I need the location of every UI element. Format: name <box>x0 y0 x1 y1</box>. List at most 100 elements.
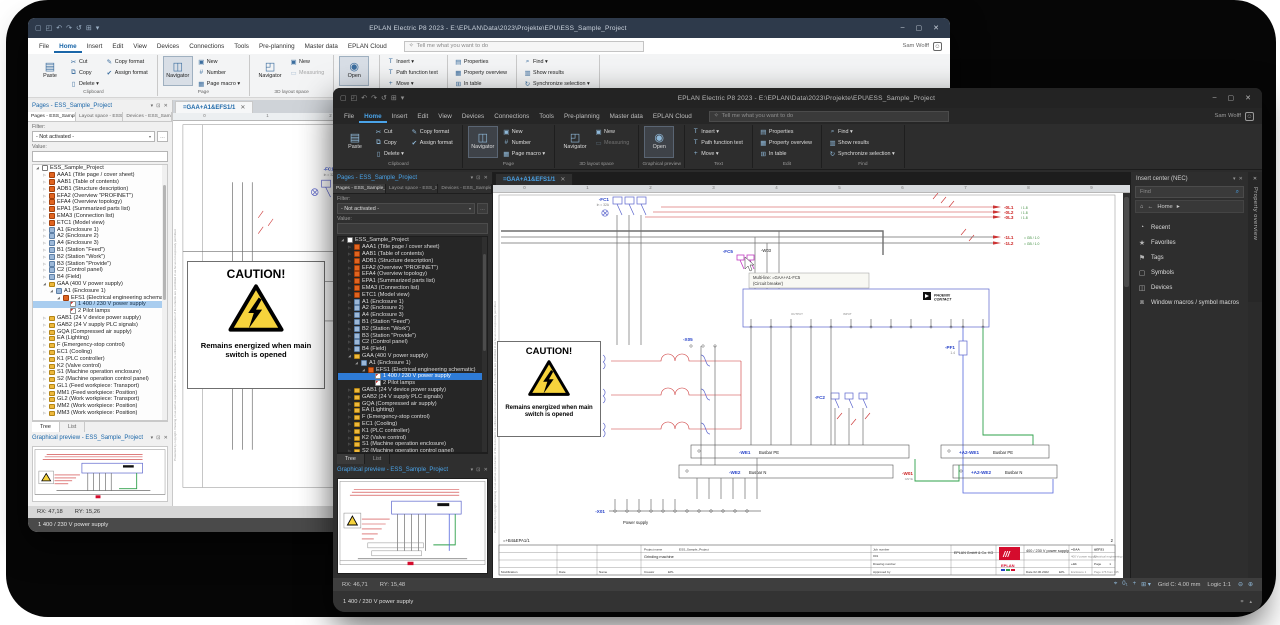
ribbon-tab[interactable]: Pre-planning <box>254 40 300 53</box>
tree-item[interactable]: ▷ GQA (Compressed air supply) <box>338 400 487 407</box>
snap-icon[interactable]: ⌖ <box>1114 581 1117 588</box>
expander-icon[interactable]: ▷ <box>42 397 47 401</box>
expander-icon[interactable]: ▷ <box>347 442 352 446</box>
panel-float-icon[interactable]: ⊡ <box>156 435 160 441</box>
expander-icon[interactable]: ▷ <box>347 449 352 453</box>
panel-menu-icon[interactable]: ▾ <box>471 467 474 473</box>
tree-scrollbar[interactable] <box>482 237 487 452</box>
find-button[interactable]: ⌕Find ▾ <box>827 126 897 137</box>
expander-icon[interactable]: ▷ <box>42 214 47 218</box>
ribbon-tab[interactable]: Tools <box>534 110 559 123</box>
busbar-we1[interactable]: -WE1 Busbar PE <box>691 445 909 458</box>
maximize-button[interactable]: ▢ <box>1228 94 1235 102</box>
tree-item[interactable]: ▷ EC1 (Cooling) <box>338 421 487 428</box>
expander-icon[interactable]: ▷ <box>347 408 352 412</box>
new-button[interactable]: ▣New <box>288 56 326 67</box>
fc1-symbol[interactable]: -FC1 In = 32A <box>597 197 646 216</box>
tree-item[interactable]: ▷ B2 (Station "Work") <box>33 253 167 260</box>
tree-list-tab[interactable]: Tree <box>32 422 60 432</box>
layout-navigator-button[interactable]: ◰Navigator <box>255 56 285 86</box>
busbar-a2-we1[interactable]: +A2-WE1 Busbar PE <box>941 445 1049 458</box>
ta3-transformer[interactable]: -TA3 50 / 5 A <box>586 422 741 437</box>
tree-item[interactable]: ▷ K2 (Valve control) <box>33 362 167 369</box>
graphical-preview-canvas[interactable] <box>32 446 168 502</box>
expander-icon[interactable]: ▷ <box>347 286 352 290</box>
x01-terminal-strip[interactable]: -X01 Power supply <box>595 458 761 525</box>
expander-icon[interactable]: ▷ <box>42 357 47 361</box>
expander-icon[interactable]: ▷ <box>42 350 47 354</box>
tree-item[interactable]: ▷ AAB1 (Table of contents) <box>338 251 487 258</box>
maximize-button[interactable]: ▢ <box>916 24 923 32</box>
ribbon-tab[interactable]: Home <box>359 110 387 123</box>
ta1-transformer[interactable]: -TA1 50 / 5 A <box>586 354 741 369</box>
insert-center-symbols[interactable]: ▢ Symbols <box>1131 265 1248 280</box>
properties-button[interactable]: ▤Properties <box>453 56 509 67</box>
ta2-transformer[interactable]: -TA2 50 / 5 A <box>586 388 741 403</box>
expander-icon[interactable]: ▷ <box>347 402 352 406</box>
copy-button[interactable]: ⧉Copy <box>373 137 406 148</box>
insert-symbol-icon[interactable]: ⊞ <box>86 24 92 32</box>
expander-icon[interactable]: ▷ <box>42 384 47 388</box>
in-table-button[interactable]: ⊞In table <box>758 148 814 159</box>
tree-item[interactable]: ◢ GAA (400 V power supply) <box>33 281 167 288</box>
tree-scrollbar[interactable] <box>162 165 167 420</box>
synchronize-selection-button[interactable]: ↻Synchronize selection ▾ <box>827 148 897 159</box>
layout-navigator-button[interactable]: ◰Navigator <box>560 126 590 158</box>
tree-item[interactable]: ▷ A2 (Enclosure 2) <box>33 233 167 240</box>
tree-item[interactable]: ▷ MM3 (Work workpiece: Position) <box>33 410 167 417</box>
find-button[interactable]: ⌕Find ▾ <box>522 56 592 67</box>
expander-icon[interactable]: ▷ <box>42 200 47 204</box>
tree-item[interactable]: ▷ A4 (Enclosure 3) <box>338 312 487 319</box>
tree-item[interactable]: ▷ A2 (Enclosure 2) <box>338 305 487 312</box>
panel-menu-icon[interactable]: ▾ <box>1233 176 1236 182</box>
tree-item[interactable]: 1 400 / 230 V power supply <box>33 301 167 308</box>
tree-item[interactable]: ▷ B4 (Field) <box>338 346 487 353</box>
expander-icon[interactable]: ▷ <box>347 245 352 249</box>
close-button[interactable]: ✕ <box>933 24 939 32</box>
insert-button[interactable]: TInsert ▾ <box>385 56 440 67</box>
expander-icon[interactable]: ▷ <box>42 221 47 225</box>
back-icon[interactable]: ← <box>1148 204 1154 210</box>
ribbon-tab[interactable]: Master data <box>300 40 343 53</box>
busbar-we2[interactable]: -WE2 Busbar N <box>679 465 893 478</box>
expander-icon[interactable]: ▷ <box>347 340 352 344</box>
expander-icon[interactable]: ▷ <box>347 272 352 276</box>
tree-list-tab[interactable]: List <box>365 454 390 464</box>
expander-icon[interactable]: ▷ <box>347 327 352 331</box>
tree-item[interactable]: ▷ GQA (Compressed air supply) <box>33 328 167 335</box>
customize-qat-icon[interactable]: ▾ <box>401 94 405 102</box>
tree-item[interactable]: ▷ F (Emergency-stop control) <box>33 342 167 349</box>
panel-close-icon[interactable]: ✕ <box>484 467 488 473</box>
user-account[interactable]: Sam Wolff ☺ <box>1214 112 1262 121</box>
tree-item[interactable]: ▷ GAB1 (24 V device power supply) <box>338 387 487 394</box>
insert-center-breadcrumb[interactable]: ⌂ ← Home ▸ <box>1135 200 1244 213</box>
tree-item[interactable]: ▷ B3 (Station "Provide") <box>338 332 487 339</box>
expander-icon[interactable]: ▷ <box>347 415 352 419</box>
panel-close-icon[interactable]: ✕ <box>1239 176 1243 182</box>
tree-item[interactable]: ◢ EFS1 (Electrical engineering schematic… <box>338 366 487 373</box>
x05-terminals[interactable]: -X05 <box>683 337 716 347</box>
ribbon-tab[interactable]: File <box>34 40 54 53</box>
ribbon-tab[interactable]: Master data <box>605 110 648 123</box>
tree-item[interactable]: ▷ A1 (Enclosure 1) <box>338 298 487 305</box>
tellme-search[interactable]: ✧ Tell me what you want to do <box>709 111 949 122</box>
expander-icon[interactable]: ◢ <box>340 238 345 242</box>
expander-icon[interactable]: ◢ <box>347 354 352 358</box>
tree-item[interactable]: ◢ A1 (Enclosure 1) <box>33 287 167 294</box>
path-function-text-button[interactable]: TPath function text <box>690 137 745 148</box>
expander-icon[interactable]: ▷ <box>347 313 352 317</box>
panel-tab[interactable]: Devices - ESS_Sample_... <box>123 112 172 121</box>
expander-icon[interactable]: ▷ <box>347 429 352 433</box>
expander-icon[interactable]: ▷ <box>347 334 352 338</box>
close-icon[interactable]: ✕ <box>1253 176 1257 182</box>
tree-item[interactable]: ◢ EFS1 (Electrical engineering schematic… <box>33 294 167 301</box>
tree-item[interactable]: ▷ B1 (Station "Feed") <box>33 247 167 254</box>
property-overview-button[interactable]: ▦Property overview <box>758 137 814 148</box>
close-tab-icon[interactable]: ✕ <box>560 176 565 183</box>
ribbon-tab[interactable]: View <box>433 110 457 123</box>
zoom-out-icon[interactable]: ⊖ <box>1238 581 1243 588</box>
insert-point-icon[interactable]: + <box>1133 581 1137 588</box>
panel-menu-icon[interactable]: ▾ <box>471 175 474 181</box>
insert-center-tags[interactable]: ⚑ Tags <box>1131 250 1248 265</box>
tree-item[interactable]: ▷ EC1 (Cooling) <box>33 349 167 356</box>
